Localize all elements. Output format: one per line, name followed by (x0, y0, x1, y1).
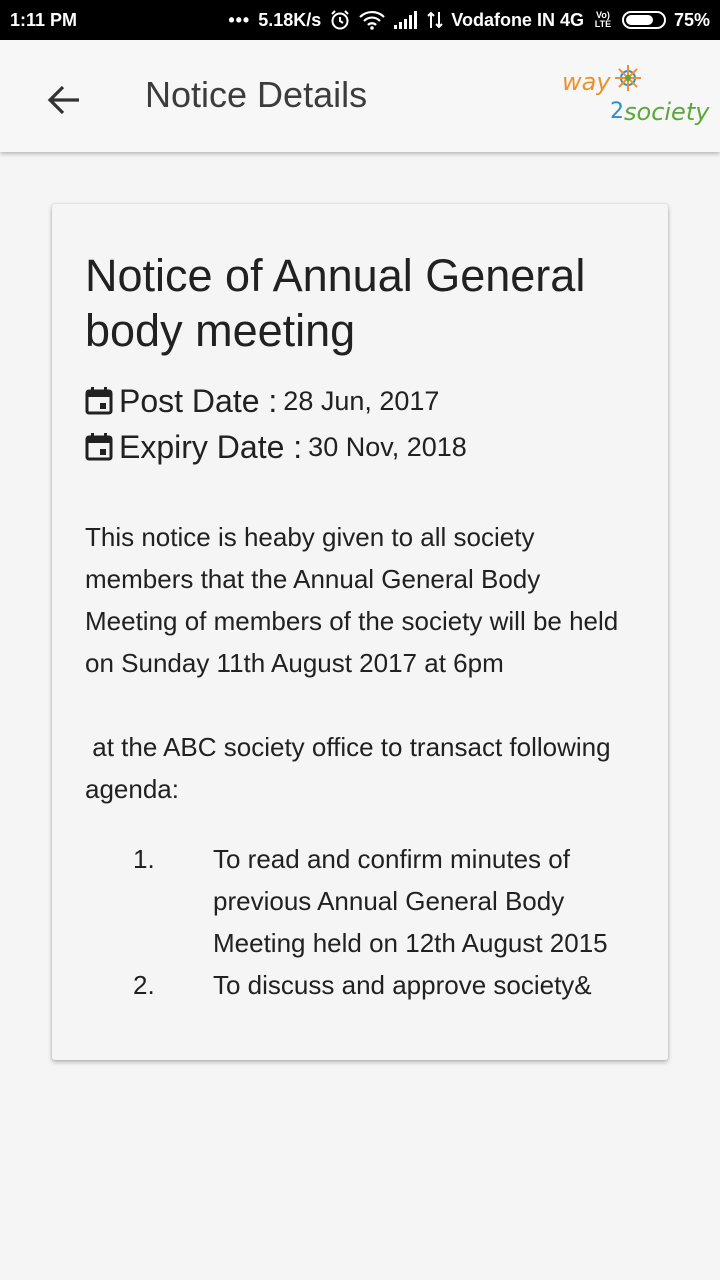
battery-icon (621, 11, 666, 29)
wifi-icon (359, 10, 386, 30)
alarm-icon (329, 9, 351, 31)
agenda-item-number: 1. (133, 844, 155, 874)
agenda-item-text: To discuss and approve society& (213, 970, 592, 1000)
page-title: Notice Details (145, 74, 368, 115)
status-time: 1:11 PM (10, 9, 78, 30)
post-date-value: 28 Jun, 2017 (283, 385, 440, 416)
data-transfer-icon (427, 10, 443, 30)
notice-card: Notice of Annual General body meeting Po… (52, 204, 668, 1060)
expiry-date-row: Expiry Date : 30 Nov, 2018 (85, 424, 636, 470)
agenda-item: 2. To discuss and approve society& (85, 964, 636, 1006)
way2society-logo: way 2 society (560, 60, 712, 130)
notice-body: This notice is heaby given to all societ… (85, 516, 636, 810)
arrow-back-icon (47, 85, 79, 115)
back-button[interactable] (40, 76, 88, 124)
calendar-icon (85, 433, 113, 461)
post-date-label: Post Date : (119, 382, 278, 419)
carrier-name: Vodafone IN 4G (451, 9, 584, 30)
post-date-row: Post Date : 28 Jun, 2017 (85, 378, 636, 424)
battery-percent: 75% (673, 9, 710, 30)
agenda-item-text: To read and confirm minutes of previous … (213, 844, 608, 958)
calendar-icon (85, 387, 113, 415)
agenda-list: 1. To read and confirm minutes of previo… (85, 838, 636, 1006)
battery-fill (625, 15, 653, 25)
notice-paragraph-1: This notice is heaby given to all societ… (85, 522, 619, 678)
svg-text:society: society (624, 98, 710, 126)
network-speed: 5.18K/s (258, 9, 322, 30)
expiry-date-value: 30 Nov, 2018 (308, 431, 467, 462)
app-bar: Notice Details way 2 society (0, 40, 720, 152)
svg-text:2: 2 (610, 99, 624, 124)
status-icons: ••• 5.18K/s Vodafone IN 4G Vo) LTE 75% (228, 9, 710, 31)
volte-icon: Vo) LTE (594, 10, 612, 29)
signal-icon (393, 11, 419, 29)
notice-paragraph-2: at the ABC society office to transact fo… (85, 732, 618, 804)
agenda-item-number: 2. (133, 970, 155, 1000)
svg-text:way: way (562, 68, 611, 96)
expiry-date-label: Expiry Date : (119, 428, 303, 465)
status-bar: 1:11 PM ••• 5.18K/s Vodafone IN 4G Vo) L… (0, 0, 720, 40)
notice-title: Notice of Annual General body meeting (85, 250, 586, 356)
notification-dots: ••• (228, 9, 251, 30)
agenda-item: 1. To read and confirm minutes of previo… (85, 838, 636, 964)
